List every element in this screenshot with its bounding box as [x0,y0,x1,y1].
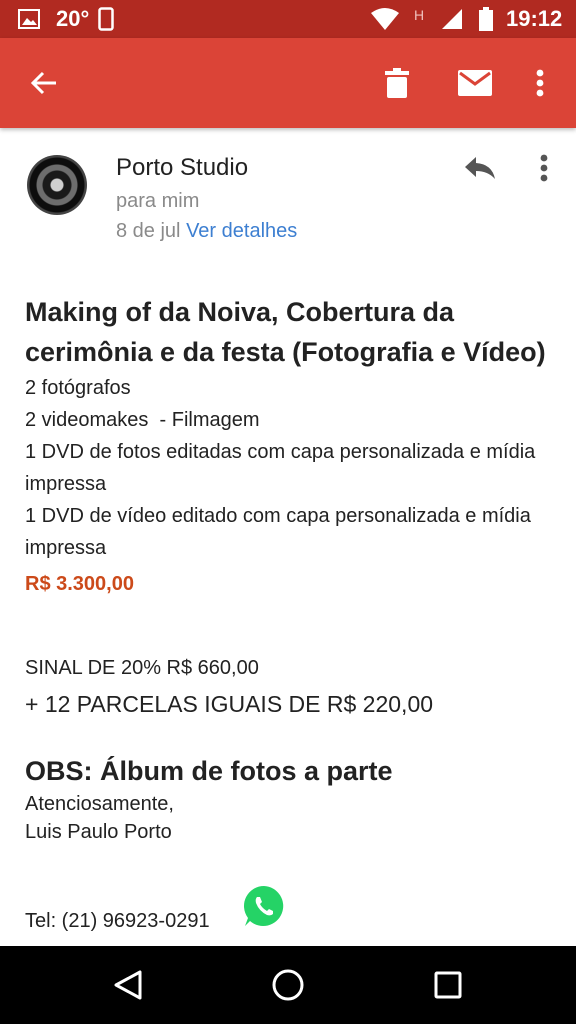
signature-name: Luis Paulo Porto [25,821,172,843]
price-text: R$ 3.300,00 [25,573,134,595]
navigation-bar [0,946,576,1024]
email-date: 8 de jul [116,220,181,242]
down-payment-text: SINAL DE 20% R$ 660,00 [25,657,259,679]
sender-avatar [27,155,87,215]
more-vert-icon[interactable] [524,38,556,128]
sender-name: Porto Studio [116,154,249,181]
image-icon [18,0,40,38]
trash-icon[interactable] [372,38,422,128]
list-item: 2 videomakes - Filmagem [25,409,260,431]
obs-text: OBS: Álbum de fotos a parte [25,756,393,786]
reply-button[interactable] [460,150,500,186]
temperature-text: 20° [56,6,90,31]
message-more-button[interactable] [530,150,558,186]
recipient-label: para mim [116,190,200,212]
nav-home-icon[interactable] [248,946,328,1024]
list-item: 1 DVD de vídeo editado com capa personal… [25,505,531,559]
email-body: Making of da Noiva, Cobertura da cerimôn… [25,292,551,846]
network-type-text: H [414,7,425,23]
nav-back-icon[interactable] [88,946,168,1024]
nav-recents-icon[interactable] [408,946,488,1024]
back-arrow-icon[interactable] [18,38,70,128]
status-bar: 20° H 19:12 [0,0,576,38]
email-headline: Making of da Noiva, Cobertura da cerimôn… [25,297,546,367]
closing-text: Atenciosamente, [25,793,174,815]
app-bar [0,38,576,128]
installments-text: + 12 PARCELAS IGUAIS DE R$ 220,00 [25,691,434,717]
list-item: 1 DVD de fotos editadas com capa persona… [25,441,536,495]
battery-icon [478,0,494,38]
clock-text: 19:12 [506,6,563,31]
reply-icon [465,157,495,179]
date-row: 8 de jul Ver detalhes [116,220,297,243]
details-link[interactable]: Ver detalhes [186,220,297,242]
list-item: 2 fotógrafos [25,377,131,399]
signal-icon [440,0,464,38]
mail-icon[interactable] [450,38,500,128]
whatsapp-icon [242,884,286,928]
more-vert-icon [540,154,548,182]
phone-icon [98,0,114,38]
phone-number[interactable]: Tel: (21) 96923-0291 [25,910,210,933]
wifi-icon [370,0,400,38]
